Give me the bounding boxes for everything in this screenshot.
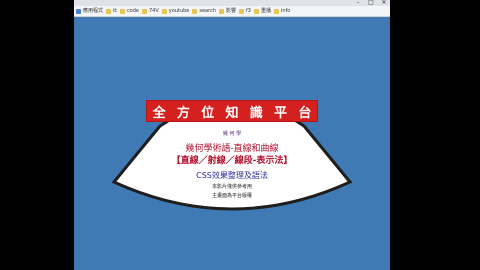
note-line2: 主畫面為平台版權 [211, 193, 252, 199]
subject-label: 幾 何 學 [222, 131, 242, 137]
banner-char: 全 [152, 105, 166, 121]
slide-title-line2: 【直線／射線／線段-表示法】 [171, 156, 293, 166]
banner-char: 知 [225, 105, 239, 121]
page-content: 全 方 位 知 識 平 台 幾 何 學 幾何學術語-直線和曲線 【直線／射線／線… [74, 18, 390, 270]
banner-char: 平 [274, 105, 288, 121]
banner-char: 方 [176, 105, 190, 121]
css-subtitle: CSS效果整理及語法 [196, 171, 268, 180]
banner-char: 位 [201, 105, 215, 121]
banner-char: 識 [249, 105, 263, 121]
browser-window: – □ ✕ 應用程式 tt code 74V youtube search 影響… [74, 0, 390, 270]
title-banner: 全 方 位 知 識 平 台 [146, 100, 318, 122]
banner-char: 台 [298, 105, 312, 121]
note-line1: 本影片僅供參考用 [211, 184, 252, 190]
